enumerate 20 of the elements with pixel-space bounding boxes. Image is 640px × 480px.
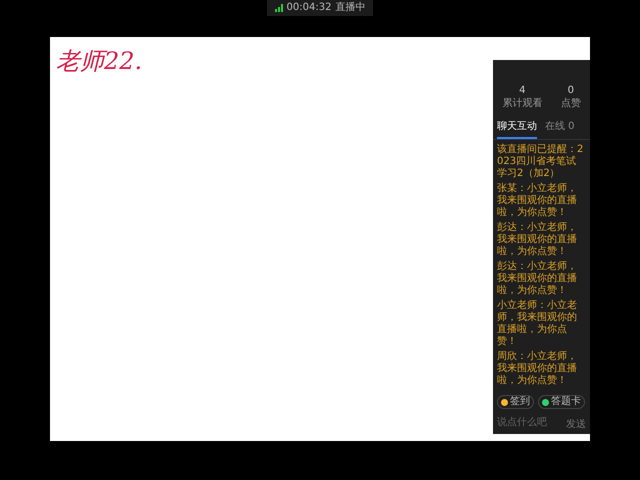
panel-tab[interactable]: 在线 0 (545, 117, 575, 139)
send-button[interactable]: 发送 (566, 420, 586, 430)
stat-value: 0 (568, 86, 574, 96)
chat-message: 该直播间已提醒：2023四川省考笔试学习2（加2） (497, 144, 584, 180)
chat-message: 彭达：小立老师，我来围观你的直播啦，为你点赞！ (497, 222, 578, 258)
live-time: 00:04:32 (286, 3, 332, 13)
action-button[interactable]: 答题卡 (538, 395, 585, 409)
stat-value: 4 (519, 86, 526, 96)
signal-icon (274, 4, 283, 12)
chat-message: 彭达：小立老师，我来围观你的直播啦，为你点赞！ (497, 261, 578, 297)
action-button[interactable]: 签到 (497, 395, 534, 409)
chat-message: 小立老师：小立老师，我来围观你的直播啦，为你点赞！ (497, 300, 578, 348)
panel-tab[interactable]: 聊天互动 (497, 117, 537, 139)
live-status: 直播中 (335, 3, 366, 13)
handwriting: 老师22. (56, 47, 142, 75)
chat-message: 张某：小立老师，我来围观你的直播啦，为你点赞！ (497, 183, 578, 219)
stat-label: 点赞 (560, 99, 581, 109)
chat-input[interactable]: 说点什么吧 (497, 415, 557, 430)
stat-label: 累计观看 (502, 99, 542, 109)
chat-message: 周欣：小立老师，我来围观你的直播啦，为你点赞！ (497, 351, 578, 387)
